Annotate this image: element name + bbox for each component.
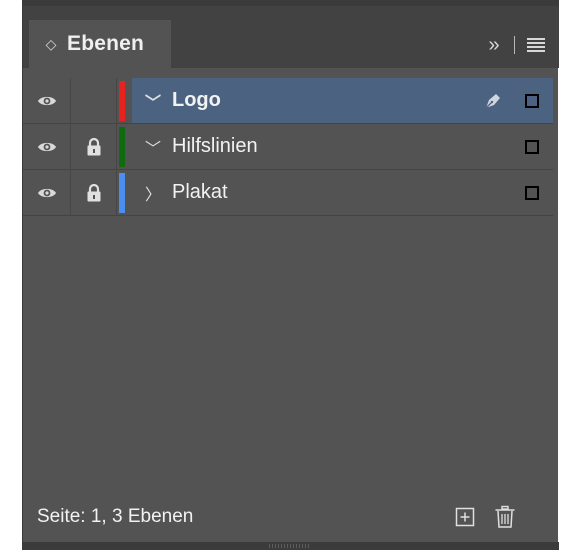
lock-toggle[interactable] xyxy=(71,170,117,215)
pen-nib-icon xyxy=(483,91,503,111)
panel-top-edge xyxy=(23,0,559,6)
visibility-toggle[interactable] xyxy=(23,78,71,123)
layer-list: ﹀ Logo ﹀ Hilfslinien 〉 Plakat xyxy=(23,78,553,216)
eye-icon xyxy=(37,94,57,108)
lock-toggle[interactable] xyxy=(71,78,117,123)
selection-square-icon xyxy=(525,139,539,154)
panel-controls: » xyxy=(482,28,545,62)
layer-color-bar xyxy=(119,126,125,167)
panel-tab-bar: ◇ Ebenen » xyxy=(23,0,559,68)
layer-name: Plakat xyxy=(172,181,228,203)
pen-slot xyxy=(475,91,511,111)
lock-icon xyxy=(86,183,102,203)
layers-panel: ◇ Ebenen » ﹀ Logo ﹀ Hilfslinien 〉 Plakat Seit… xyxy=(22,0,559,550)
chevron-down-icon[interactable]: ﹀ xyxy=(144,135,162,159)
selection-target[interactable] xyxy=(511,93,553,108)
status-text: Seite: 1, 3 Ebenen xyxy=(37,506,194,527)
layer-name-cell[interactable]: 〉 Plakat xyxy=(132,170,553,215)
layer-color-bar xyxy=(119,80,125,121)
panel-status-bar: Seite: 1, 3 Ebenen xyxy=(23,492,559,542)
selection-target[interactable] xyxy=(511,139,553,154)
layer-name-cell[interactable]: ﹀ Hilfslinien xyxy=(132,124,553,169)
selection-target[interactable] xyxy=(511,185,553,200)
layer-row[interactable]: 〉 Plakat xyxy=(23,170,553,216)
layer-row[interactable]: ﹀ Logo xyxy=(23,78,553,124)
layer-name: Hilfslinien xyxy=(172,135,258,157)
layer-name-cell[interactable]: ﹀ Logo xyxy=(132,78,553,123)
trash-icon xyxy=(495,505,515,528)
resize-grip[interactable] xyxy=(269,544,309,548)
layer-color-bar xyxy=(119,172,125,213)
lock-toggle[interactable] xyxy=(71,124,117,169)
eye-icon xyxy=(37,186,57,200)
hamburger-menu-icon[interactable] xyxy=(527,38,545,52)
tab-label: Ebenen xyxy=(67,32,145,55)
layer-name: Logo xyxy=(172,89,221,111)
controls-divider xyxy=(514,36,515,54)
layer-row[interactable]: ﹀ Hilfslinien xyxy=(23,124,553,170)
panel-resize-strip[interactable] xyxy=(23,542,559,550)
new-layer-button[interactable] xyxy=(445,497,485,537)
selection-square-icon xyxy=(525,185,539,200)
chevron-right-icon[interactable]: 〉 xyxy=(144,181,162,205)
chevron-down-icon[interactable]: ﹀ xyxy=(144,89,162,113)
lock-icon xyxy=(86,137,102,157)
selection-square-icon xyxy=(525,93,539,108)
tab-ebenen[interactable]: ◇ Ebenen xyxy=(29,20,171,68)
double-chevron-right-icon[interactable]: » xyxy=(482,34,506,57)
visibility-toggle[interactable] xyxy=(23,170,71,215)
layer-color-swatch xyxy=(117,170,127,215)
layer-color-swatch xyxy=(117,124,127,169)
new-layer-icon xyxy=(455,507,475,527)
tab-collapse-diamond-icon[interactable]: ◇ xyxy=(43,36,59,53)
delete-layer-button[interactable] xyxy=(485,497,525,537)
eye-icon xyxy=(37,140,57,154)
visibility-toggle[interactable] xyxy=(23,124,71,169)
layer-color-swatch xyxy=(117,78,127,123)
